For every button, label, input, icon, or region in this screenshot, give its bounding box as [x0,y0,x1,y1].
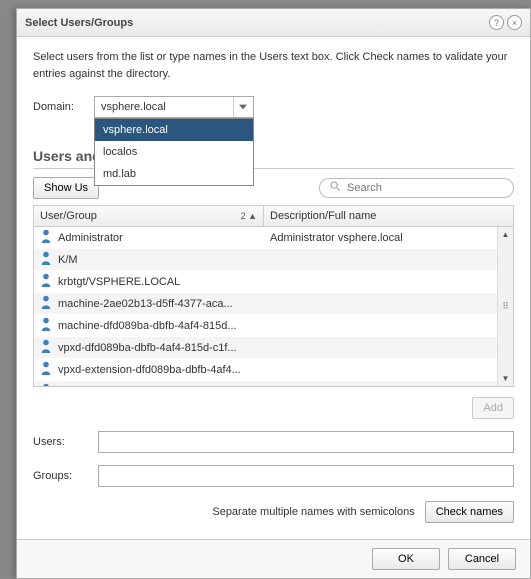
dialog-content: Select users from the list or type names… [17,37,530,539]
table-row[interactable]: krbtgt/VSPHERE.LOCAL [34,271,497,293]
user-icon [40,295,52,312]
add-button[interactable]: Add [472,397,514,419]
domain-row: Domain: vsphere.local vsphere.local loca… [33,96,514,118]
domain-select[interactable]: vsphere.local vsphere.local localos md.l… [94,96,254,118]
table-body: Administrator Administrator vsphere.local… [34,227,513,386]
table-row[interactable]: K/M [34,249,497,271]
cell-user: machine-2ae02b13-d5ff-4377-aca... [34,295,264,312]
table-row[interactable]: Administrator Administrator vsphere.local [34,227,497,249]
user-icon [40,273,52,290]
dialog-title: Select Users/Groups [25,17,133,29]
search-input[interactable] [347,182,503,194]
scroll-up-icon[interactable]: ▲ [502,230,510,239]
cell-user-text: krbtgt/VSPHERE.LOCAL [58,276,180,288]
table-row[interactable]: machine-2ae02b13-d5ff-4377-aca... [34,293,497,315]
cell-user-text: machine-2ae02b13-d5ff-4377-aca... [58,298,233,310]
users-table: User/Group 2 ▲ Description/Full name Adm… [33,205,514,387]
cell-user: vpxd-dfd089ba-dbfb-4af4-815d-c1f... [34,339,264,356]
table-row[interactable]: machine-dfd089ba-dbfb-4af4-815d... [34,315,497,337]
cell-user: vsphere-webclient-2ae02b13-d5ff... [34,383,264,386]
hint-row: Separate multiple names with semicolons … [33,501,514,523]
scroll-down-icon[interactable]: ▼ [502,374,510,383]
hint-text: Separate multiple names with semicolons [212,506,414,518]
ok-button[interactable]: OK [372,548,440,570]
scrollbar[interactable]: ▲ ⠿ ▼ [497,227,513,386]
cell-user-text: machine-dfd089ba-dbfb-4af4-815d... [58,320,237,332]
add-row: Add [33,397,514,419]
search-icon [330,181,341,195]
cell-user-text: K/M [58,254,78,266]
domain-option[interactable]: md.lab [95,163,253,185]
table-row[interactable]: vsphere-webclient-2ae02b13-d5ff... [34,381,497,386]
cell-user: Administrator [34,229,264,246]
column-header-user[interactable]: User/Group 2 ▲ [34,206,264,226]
titlebar: Select Users/Groups ? × [17,9,530,37]
groups-input[interactable] [98,465,514,487]
cell-user-text: vsphere-webclient-2ae02b13-d5ff... [58,386,230,387]
dialog-footer: OK Cancel [17,539,530,578]
instruction-text: Select users from the list or type names… [33,49,514,82]
show-users-button[interactable]: Show Us [33,177,99,199]
cell-user-text: vpxd-dfd089ba-dbfb-4af4-815d-c1f... [58,342,237,354]
cancel-button[interactable]: Cancel [448,548,516,570]
scroll-grip-icon[interactable]: ⠿ [502,301,509,312]
user-icon [40,317,52,334]
cell-user: krbtgt/VSPHERE.LOCAL [34,273,264,290]
close-icon[interactable]: × [507,15,522,30]
titlebar-actions: ? × [489,15,522,30]
cell-desc: Administrator vsphere.local [264,232,497,244]
users-input[interactable] [98,431,514,453]
cell-user-text: Administrator [58,232,123,244]
groups-label: Groups: [33,470,88,482]
table-row[interactable]: vpxd-extension-dfd089ba-dbfb-4af4... [34,359,497,381]
domain-select-box[interactable]: vsphere.local [94,96,254,118]
column-header-desc-label: Description/Full name [270,210,376,222]
cell-user: vpxd-extension-dfd089ba-dbfb-4af4... [34,361,264,378]
user-icon [40,251,52,268]
users-field-row: Users: [33,431,514,453]
table-row[interactable]: vpxd-dfd089ba-dbfb-4af4-815d-c1f... [34,337,497,359]
column-header-user-label: User/Group [40,210,97,222]
user-icon [40,229,52,246]
help-icon[interactable]: ? [489,15,504,30]
domain-select-value: vsphere.local [101,101,166,113]
user-icon [40,383,52,386]
select-users-dialog: Select Users/Groups ? × Select users fro… [16,8,531,579]
cell-user: K/M [34,251,264,268]
rows-container: Administrator Administrator vsphere.local… [34,227,497,386]
check-names-button[interactable]: Check names [425,501,514,523]
groups-field-row: Groups: [33,465,514,487]
domain-option[interactable]: localos [95,141,253,163]
column-header-desc[interactable]: Description/Full name [264,206,513,226]
users-label: Users: [33,436,88,448]
user-icon [40,339,52,356]
domain-label: Domain: [33,101,88,113]
user-icon [40,361,52,378]
cell-user-text: vpxd-extension-dfd089ba-dbfb-4af4... [58,364,241,376]
search-box[interactable] [319,178,514,198]
domain-dropdown: vsphere.local localos md.lab [94,118,254,186]
domain-option[interactable]: vsphere.local [95,119,253,141]
chevron-down-icon [233,97,247,117]
sort-indicator: 2 ▲ [241,211,257,221]
cell-user: machine-dfd089ba-dbfb-4af4-815d... [34,317,264,334]
table-head: User/Group 2 ▲ Description/Full name [34,206,513,227]
